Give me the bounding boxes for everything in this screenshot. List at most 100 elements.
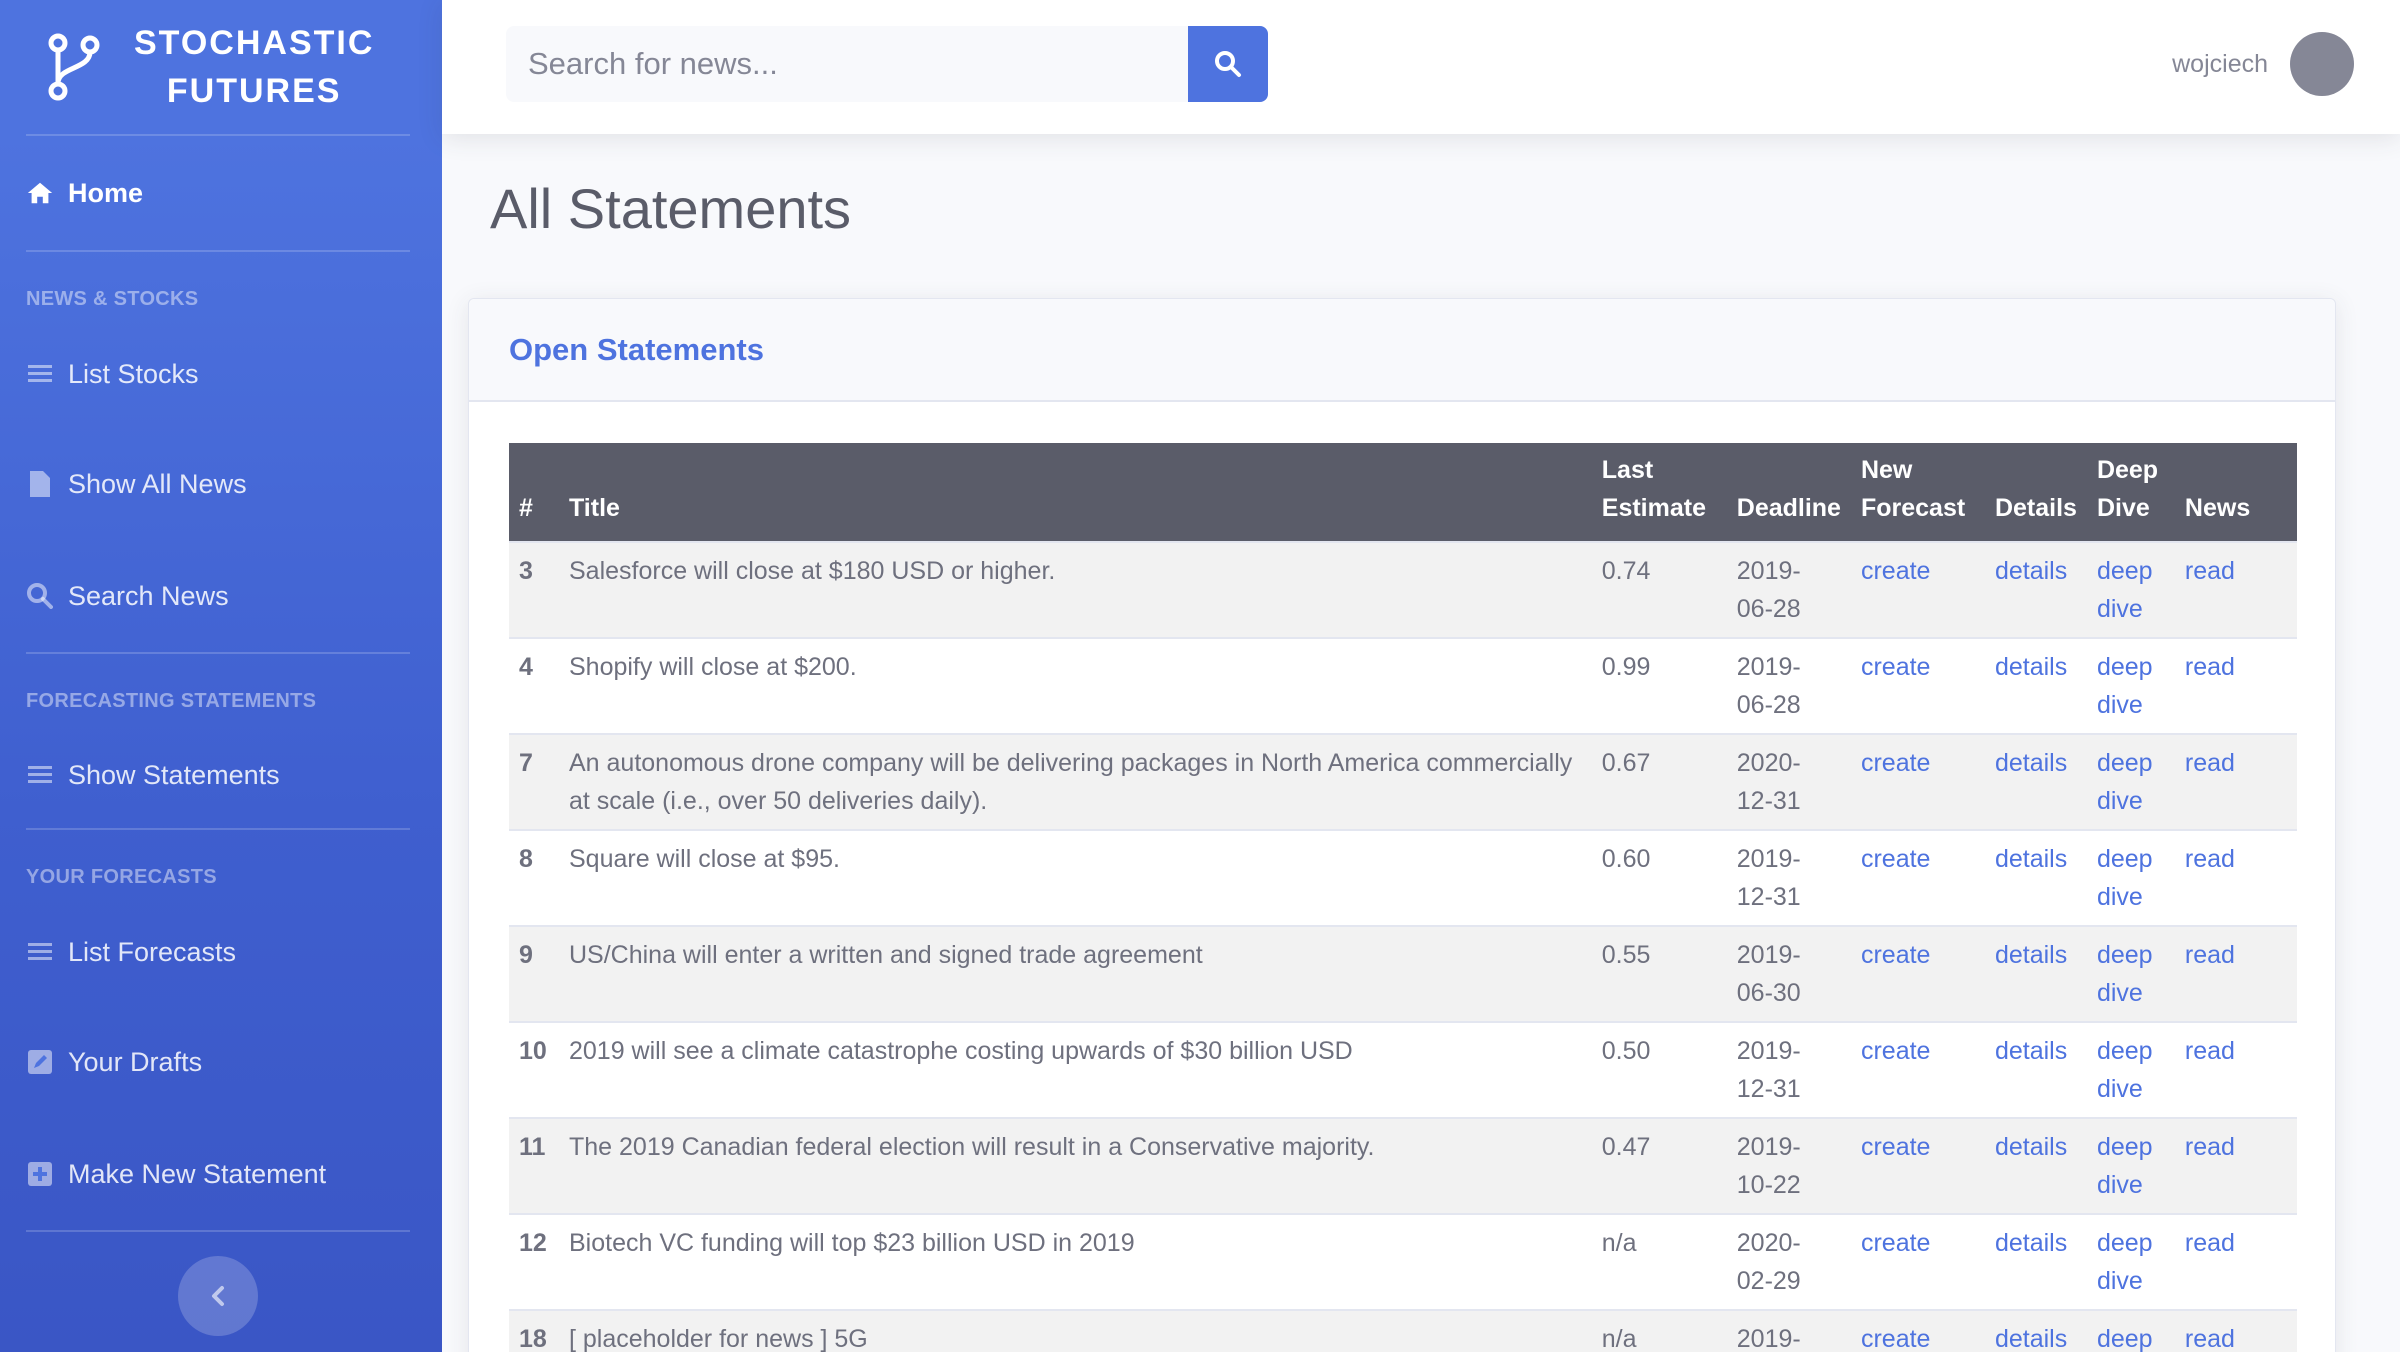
details-link[interactable]: details — [1995, 1325, 2067, 1352]
sidebar-item-list-stocks[interactable]: List Stocks — [0, 320, 442, 428]
deep-dive-link[interactable]: deepdive — [2097, 749, 2153, 815]
row-news-cell: read — [2174, 1117, 2297, 1214]
row-last-estimate: 0.55 — [1591, 925, 1727, 1022]
row-news-cell: read — [2174, 829, 2297, 926]
row-title: [ placeholder for news ] 5G — [558, 1309, 1592, 1352]
details-link[interactable]: details — [1995, 845, 2067, 873]
details-link[interactable]: details — [1995, 1133, 2067, 1161]
row-title: Salesforce will close at $180 USD or hig… — [558, 541, 1592, 638]
sidebar-item-label: Search News — [68, 580, 229, 611]
row-last-estimate: 0.60 — [1591, 829, 1727, 926]
file-icon — [26, 470, 54, 498]
row-news-cell: read — [2174, 925, 2297, 1022]
row-last-estimate: 0.50 — [1591, 1021, 1727, 1118]
create-forecast-link[interactable]: create — [1861, 845, 1930, 873]
row-deep-dive-cell: deepdive — [2086, 1309, 2175, 1352]
deep-dive-link[interactable]: deepdive — [2097, 1037, 2153, 1103]
read-news-link[interactable]: read — [2185, 749, 2235, 777]
read-news-link[interactable]: read — [2185, 557, 2235, 585]
create-forecast-link[interactable]: create — [1861, 941, 1930, 969]
sidebar-item-make-new-statement[interactable]: Make New Statement — [0, 1118, 442, 1230]
read-news-link[interactable]: read — [2185, 1037, 2235, 1065]
row-news-cell: read — [2174, 733, 2297, 830]
row-last-estimate: n/a — [1591, 1309, 1727, 1352]
deep-dive-link[interactable]: deepdive — [2097, 1133, 2153, 1199]
column-header-details: Details — [1984, 443, 2087, 542]
list-icon — [26, 938, 54, 966]
row-deep-dive-cell: deepdive — [2086, 1021, 2175, 1118]
column-header-deep-dive: Deep Dive — [2086, 443, 2175, 542]
read-news-link[interactable]: read — [2185, 845, 2235, 873]
sidebar-item-label: Home — [68, 177, 144, 208]
read-news-link[interactable]: read — [2185, 1229, 2235, 1257]
read-news-link[interactable]: read — [2185, 1133, 2235, 1161]
row-deadline: 2019- 10-22 — [1726, 1117, 1851, 1214]
row-create-cell: create — [1850, 1309, 1985, 1352]
read-news-link[interactable]: read — [2185, 1325, 2235, 1352]
sidebar-item-search-news[interactable]: Search News — [0, 540, 442, 652]
row-last-estimate: 0.74 — [1591, 541, 1727, 638]
edit-icon — [26, 1048, 54, 1076]
search-input[interactable] — [506, 26, 1188, 102]
row-news-cell: read — [2174, 1309, 2297, 1352]
row-id: 4 — [509, 637, 559, 734]
row-deep-dive-cell: deepdive — [2086, 1117, 2175, 1214]
create-forecast-link[interactable]: create — [1861, 1325, 1930, 1352]
column-header-new-forecast: New Forecast — [1850, 443, 1985, 542]
row-deadline: 2019- 06-28 — [1726, 541, 1851, 638]
create-forecast-link[interactable]: create — [1861, 1037, 1930, 1065]
search-button[interactable] — [1188, 26, 1268, 102]
deep-dive-link[interactable]: deepdive — [2097, 1325, 2153, 1352]
row-details-cell: details — [1984, 637, 2087, 734]
row-create-cell: create — [1850, 637, 1985, 734]
sidebar-item-show-statements[interactable]: Show Statements — [0, 722, 442, 828]
user-menu[interactable]: wojciech — [2172, 32, 2354, 96]
chevron-left-icon — [212, 1286, 224, 1306]
table-row: 3 Salesforce will close at $180 USD or hi… — [509, 541, 2297, 638]
details-link[interactable]: details — [1995, 1229, 2067, 1257]
details-link[interactable]: details — [1995, 653, 2067, 681]
details-link[interactable]: details — [1995, 557, 2067, 585]
sidebar-heading-news-stocks: NEWS & STOCKS — [26, 288, 199, 310]
brand-link[interactable]: STOCHASTIC FUTURES — [0, 0, 442, 134]
details-link[interactable]: details — [1995, 941, 2067, 969]
column-header-news: News — [2174, 443, 2297, 542]
table-row: 18[ placeholder for news ] 5Gn/a2019-01-… — [509, 1309, 2297, 1352]
read-news-link[interactable]: read — [2185, 941, 2235, 969]
row-id: 18 — [509, 1309, 559, 1352]
card-header: Open Statements — [469, 299, 2335, 402]
sidebar-item-home[interactable]: Home — [0, 136, 442, 250]
row-title: Biotech VC funding will top $23 billion … — [558, 1213, 1592, 1310]
sidebar-item-list-forecasts[interactable]: List Forecasts — [0, 898, 442, 1006]
sidebar-heading-your-forecasts: YOUR FORECASTS — [26, 866, 217, 888]
table-body: 3 Salesforce will close at $180 USD or hi… — [509, 541, 2297, 1352]
row-create-cell: create — [1850, 541, 1985, 638]
table-row: 7 An autonomous drone company will be del… — [509, 733, 2297, 830]
deep-dive-link[interactable]: deepdive — [2097, 941, 2153, 1007]
search-icon — [1215, 51, 1241, 77]
plus-square-icon — [26, 1160, 54, 1188]
row-deadline: 2020- 12-31 — [1726, 733, 1851, 830]
sidebar-toggle-button[interactable] — [178, 1256, 258, 1336]
deep-dive-link[interactable]: deepdive — [2097, 653, 2153, 719]
row-id: 3 — [509, 541, 559, 638]
deep-dive-link[interactable]: deepdive — [2097, 845, 2153, 911]
row-deep-dive-cell: deepdive — [2086, 829, 2175, 926]
details-link[interactable]: details — [1995, 749, 2067, 777]
sidebar-item-your-drafts[interactable]: Your Drafts — [0, 1006, 442, 1118]
table-row: 12 Biotech VC funding will top $23 billio… — [509, 1213, 2297, 1310]
deep-dive-link[interactable]: deepdive — [2097, 557, 2153, 623]
read-news-link[interactable]: read — [2185, 653, 2235, 681]
row-title: An autonomous drone company will be deli… — [558, 733, 1592, 830]
create-forecast-link[interactable]: create — [1861, 749, 1930, 777]
row-title: Square will close at $95. — [558, 829, 1592, 926]
create-forecast-link[interactable]: create — [1861, 1133, 1930, 1161]
row-details-cell: details — [1984, 1213, 2087, 1310]
sidebar-item-label: List Forecasts — [68, 936, 237, 967]
create-forecast-link[interactable]: create — [1861, 557, 1930, 585]
create-forecast-link[interactable]: create — [1861, 653, 1930, 681]
create-forecast-link[interactable]: create — [1861, 1229, 1930, 1257]
details-link[interactable]: details — [1995, 1037, 2067, 1065]
sidebar-item-show-all-news[interactable]: Show All News — [0, 428, 442, 540]
deep-dive-link[interactable]: deepdive — [2097, 1229, 2153, 1295]
